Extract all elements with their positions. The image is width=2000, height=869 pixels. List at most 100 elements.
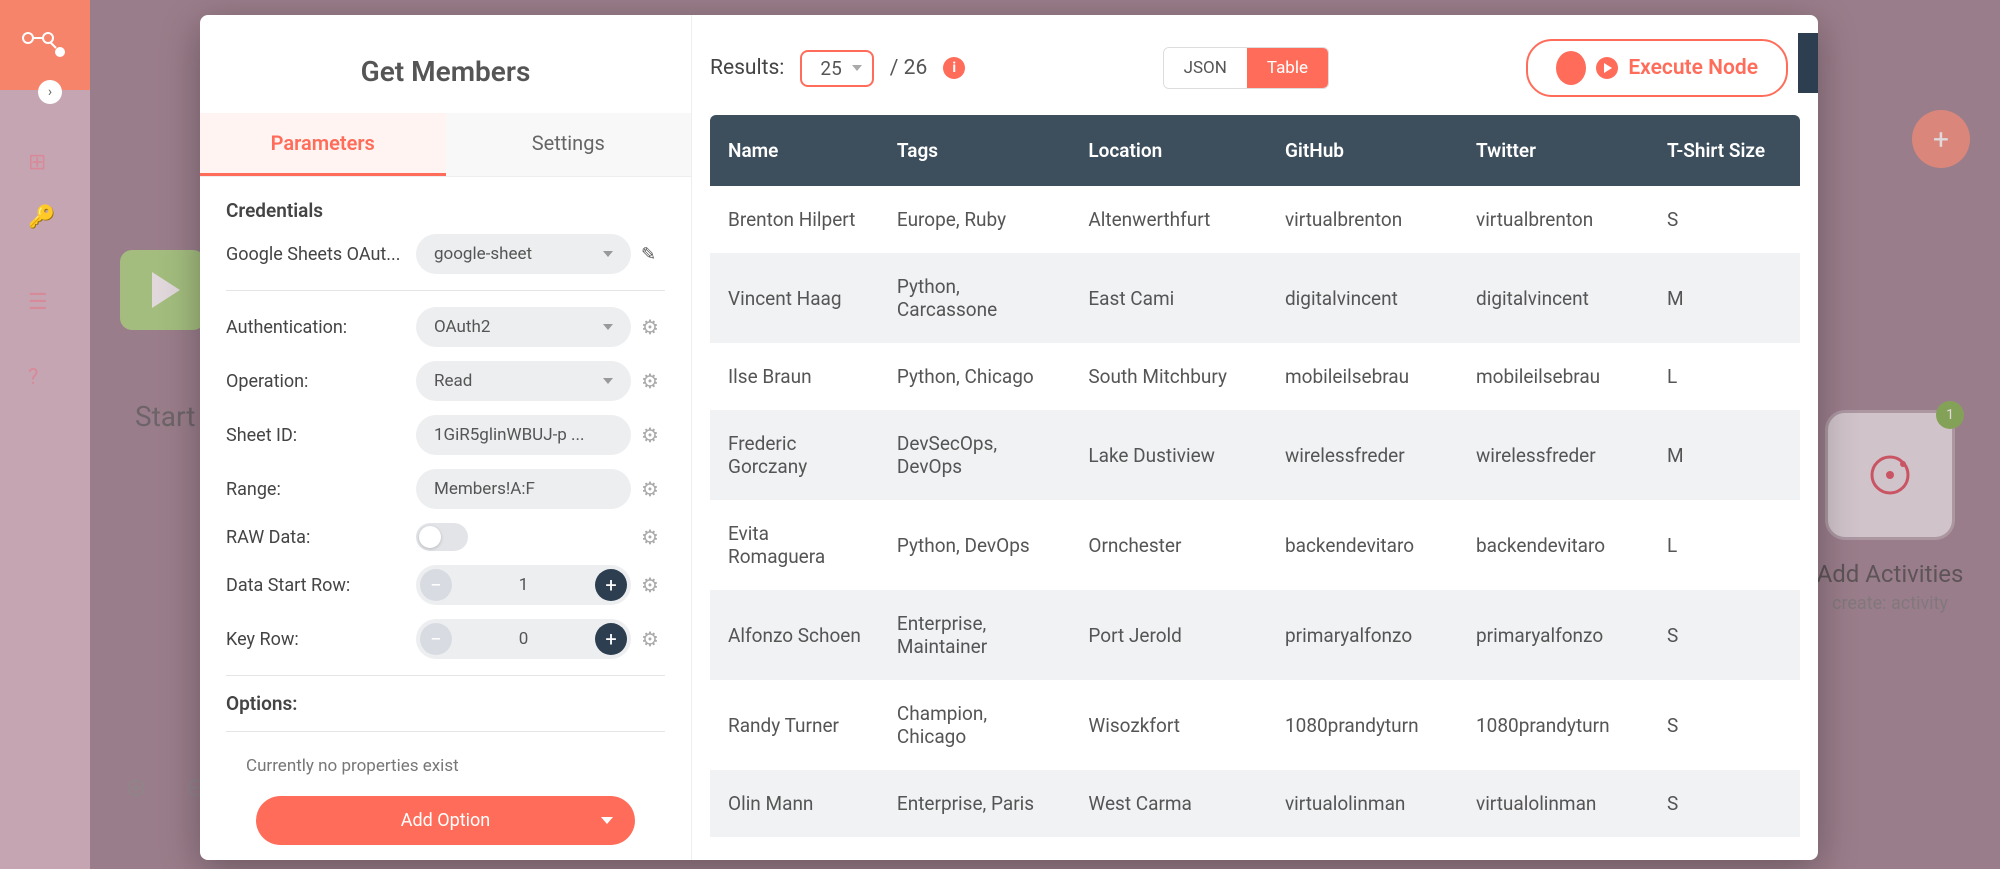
table-row[interactable]: Vincent HaagPython, CarcassoneEast Camid…	[710, 253, 1800, 343]
divider	[226, 675, 665, 676]
gear-icon[interactable]: ⚙	[641, 525, 665, 549]
table-cell: Wisozkfort	[1070, 680, 1267, 770]
table-cell: 1080prandyturn	[1267, 680, 1458, 770]
table-cell: Frederic Gorczany	[710, 410, 879, 500]
table-row[interactable]: Alfonzo SchoenEnterprise, MaintainerPort…	[710, 590, 1800, 680]
activities-title: Add Activities	[1790, 560, 1990, 588]
json-view-button[interactable]: JSON	[1164, 48, 1247, 88]
credentials-heading: Credentials	[226, 199, 665, 222]
results-panel: Results: 25 / 26 i JSON Table Execute No…	[692, 15, 1818, 860]
activities-subtitle: create: activity	[1790, 593, 1990, 614]
parameters-panel: Get Members Parameters Settings Credenti…	[200, 15, 692, 860]
options-heading: Options:	[226, 692, 665, 715]
table-cell: digitalvincent	[1458, 253, 1649, 343]
data-start-row-label: Data Start Row:	[226, 575, 406, 596]
table-row[interactable]: Ilse BraunPython, ChicagoSouth Mitchbury…	[710, 343, 1800, 410]
column-header: Location	[1070, 115, 1267, 186]
table-row[interactable]: Frederic GorczanyDevSecOps, DevOpsLake D…	[710, 410, 1800, 500]
node-badge: 1	[1936, 401, 1964, 429]
add-option-button[interactable]: Add Option	[256, 796, 635, 845]
table-cell: Lake Dustiview	[1070, 410, 1267, 500]
activities-node[interactable]: 1 Add Activities create: activity	[1790, 410, 1990, 614]
table-cell: virtualbrenton	[1458, 186, 1649, 253]
range-input[interactable]: Members!A:F	[416, 469, 631, 509]
start-node[interactable]	[120, 250, 205, 330]
table-cell: Champion, Chicago	[879, 680, 1070, 770]
credential-select[interactable]: google-sheet	[416, 234, 631, 274]
info-icon[interactable]: i	[943, 57, 965, 79]
table-cell: virtualolinman	[1458, 770, 1649, 837]
column-header: Twitter	[1458, 115, 1649, 186]
tab-parameters[interactable]: Parameters	[200, 113, 446, 176]
gear-icon[interactable]: ⚙	[641, 423, 665, 447]
tab-settings[interactable]: Settings	[446, 113, 692, 176]
table-cell: S	[1649, 770, 1800, 837]
zoom-in-icon[interactable]: ⊕	[118, 770, 154, 806]
edit-credential-icon[interactable]: ✎	[641, 244, 665, 265]
table-cell: Port Jerold	[1070, 590, 1267, 680]
table-cell: Enterprise, Maintainer	[879, 590, 1070, 680]
table-cell: Vincent Haag	[710, 253, 879, 343]
range-label: Range:	[226, 479, 406, 500]
credentials-icon[interactable]: 🔑	[28, 205, 55, 230]
table-cell: Europe, Ruby	[879, 186, 1070, 253]
options-empty-text: Currently no properties exist	[226, 748, 665, 796]
sidebar-collapse-icon[interactable]: ›	[38, 80, 62, 104]
raw-data-label: RAW Data:	[226, 527, 406, 548]
raw-data-toggle[interactable]	[416, 523, 468, 551]
operation-label: Operation:	[226, 371, 406, 392]
table-cell: virtualolinman	[1267, 770, 1458, 837]
table-cell: M	[1649, 410, 1800, 500]
table-row[interactable]: Olin MannEnterprise, ParisWest Carmavirt…	[710, 770, 1800, 837]
panel-tabs: Parameters Settings	[200, 113, 691, 177]
table-row[interactable]: Randy TurnerChampion, ChicagoWisozkfort1…	[710, 680, 1800, 770]
data-start-row-stepper[interactable]: − 1 +	[416, 565, 631, 605]
column-header: T-Shirt Size	[1649, 115, 1800, 186]
gear-icon[interactable]: ⚙	[641, 627, 665, 651]
table-cell: virtualbrenton	[1267, 186, 1458, 253]
gear-icon[interactable]: ⚙	[641, 315, 665, 339]
table-cell: West Carma	[1070, 770, 1267, 837]
add-node-button[interactable]: +	[1912, 110, 1970, 168]
data-start-row-value: 1	[452, 575, 595, 595]
increment-icon[interactable]: +	[595, 569, 627, 601]
table-cell: Python, DevOps	[879, 500, 1070, 590]
table-cell: wirelessfreder	[1267, 410, 1458, 500]
table-cell: Python, Carcassone	[879, 253, 1070, 343]
table-cell: wirelessfreder	[1458, 410, 1649, 500]
table-cell: Brenton Hilpert	[710, 186, 879, 253]
table-cell: Python, Chicago	[879, 343, 1070, 410]
operation-select[interactable]: Read	[416, 361, 631, 401]
execute-node-button[interactable]: Execute Node	[1526, 39, 1788, 97]
key-row-stepper[interactable]: − 0 +	[416, 619, 631, 659]
close-button[interactable]: ✕	[1798, 33, 1818, 93]
table-cell: Alfonzo Schoen	[710, 590, 879, 680]
executions-icon[interactable]: ☰	[28, 290, 48, 315]
results-count-select[interactable]: 25	[800, 50, 873, 87]
table-cell: Randy Turner	[710, 680, 879, 770]
increment-icon[interactable]: +	[595, 623, 627, 655]
start-label: Start	[135, 400, 195, 433]
help-icon[interactable]: ?	[28, 365, 38, 390]
play-icon	[1596, 57, 1618, 79]
table-cell: backendevitaro	[1458, 500, 1649, 590]
decrement-icon[interactable]: −	[420, 569, 452, 601]
sheet-id-input[interactable]: 1GiR5glinWBUJ-p ...	[416, 415, 631, 455]
divider	[226, 290, 665, 291]
results-total: / 26	[890, 56, 927, 80]
table-row[interactable]: Brenton HilpertEurope, RubyAltenwerthfur…	[710, 186, 1800, 253]
view-toggle: JSON Table	[1163, 47, 1329, 89]
key-row-value: 0	[452, 629, 595, 649]
decrement-icon[interactable]: −	[420, 623, 452, 655]
gear-icon[interactable]: ⚙	[641, 477, 665, 501]
table-view-button[interactable]: Table	[1247, 48, 1328, 88]
table-cell: Olin Mann	[710, 770, 879, 837]
table-cell: South Mitchbury	[1070, 343, 1267, 410]
table-cell: Altenwerthfurt	[1070, 186, 1267, 253]
workflow-icon[interactable]: ⊞	[28, 150, 46, 175]
gear-icon[interactable]: ⚙	[641, 573, 665, 597]
key-row-label: Key Row:	[226, 629, 406, 650]
table-row[interactable]: Evita RomagueraPython, DevOpsOrnchesterb…	[710, 500, 1800, 590]
gear-icon[interactable]: ⚙	[641, 369, 665, 393]
authentication-select[interactable]: OAuth2	[416, 307, 631, 347]
